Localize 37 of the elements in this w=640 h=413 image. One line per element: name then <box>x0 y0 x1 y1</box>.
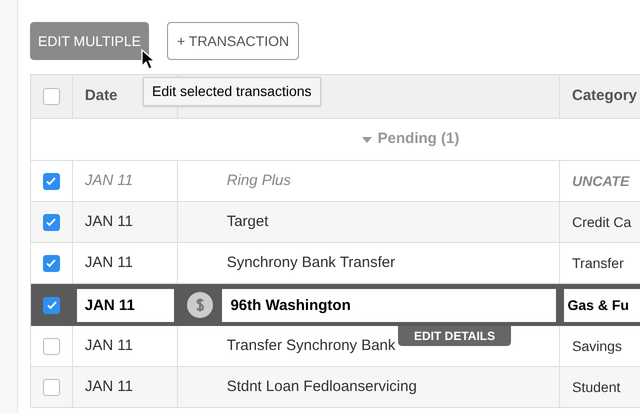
date-cell-text: JAN 11 <box>84 376 133 397</box>
edit-details-button[interactable]: EDIT DETAILS <box>398 326 512 346</box>
description-cell-text: Transfer Synchrony Bank <box>226 336 396 356</box>
category-cell-text: Transfer <box>572 254 624 272</box>
category-field[interactable]: Gas & Fu <box>564 288 640 322</box>
column-header[interactable]: Date <box>84 85 118 108</box>
checkbox[interactable] <box>42 88 60 105</box>
dollar-icon <box>187 292 214 318</box>
checkbox[interactable] <box>42 172 60 190</box>
date-cell-text: JAN 11 <box>84 252 133 273</box>
category-cell-text: Savings <box>572 336 622 356</box>
add-transaction-button[interactable]: + TRANSACTION <box>166 22 300 60</box>
check-icon <box>46 299 58 311</box>
category-cell-text: Credit Ca <box>572 212 632 232</box>
description-cell-text: Ring Plus <box>226 170 291 191</box>
check-icon <box>45 216 58 228</box>
caret-icon <box>362 136 372 142</box>
category-cell-text: Student <box>572 378 620 396</box>
checkbox[interactable] <box>42 214 60 230</box>
checkbox[interactable] <box>42 378 60 396</box>
description-cell-text: Synchrony Bank Transfer <box>226 252 396 273</box>
check-icon <box>45 175 58 187</box>
tooltip: Edit selected transactions <box>143 77 321 106</box>
checkbox[interactable] <box>42 338 60 354</box>
description-field[interactable]: 96th Washington <box>222 288 556 322</box>
date-cell-text: JAN 11 <box>84 336 133 356</box>
checkbox[interactable] <box>42 254 60 272</box>
check-icon <box>45 257 58 269</box>
cursor-icon <box>141 49 155 70</box>
checkbox[interactable] <box>43 296 60 314</box>
column-header[interactable]: Category <box>572 85 638 108</box>
category-cell-text: UNCATE <box>572 172 630 190</box>
date-field[interactable]: JAN 11 <box>76 288 174 322</box>
date-cell-text: JAN 11 <box>84 212 133 232</box>
description-cell-text: Stdnt Loan Fedloanservicing <box>226 376 417 397</box>
description-cell-text: Target <box>226 212 268 232</box>
date-cell-text: JAN 11 <box>84 170 133 191</box>
